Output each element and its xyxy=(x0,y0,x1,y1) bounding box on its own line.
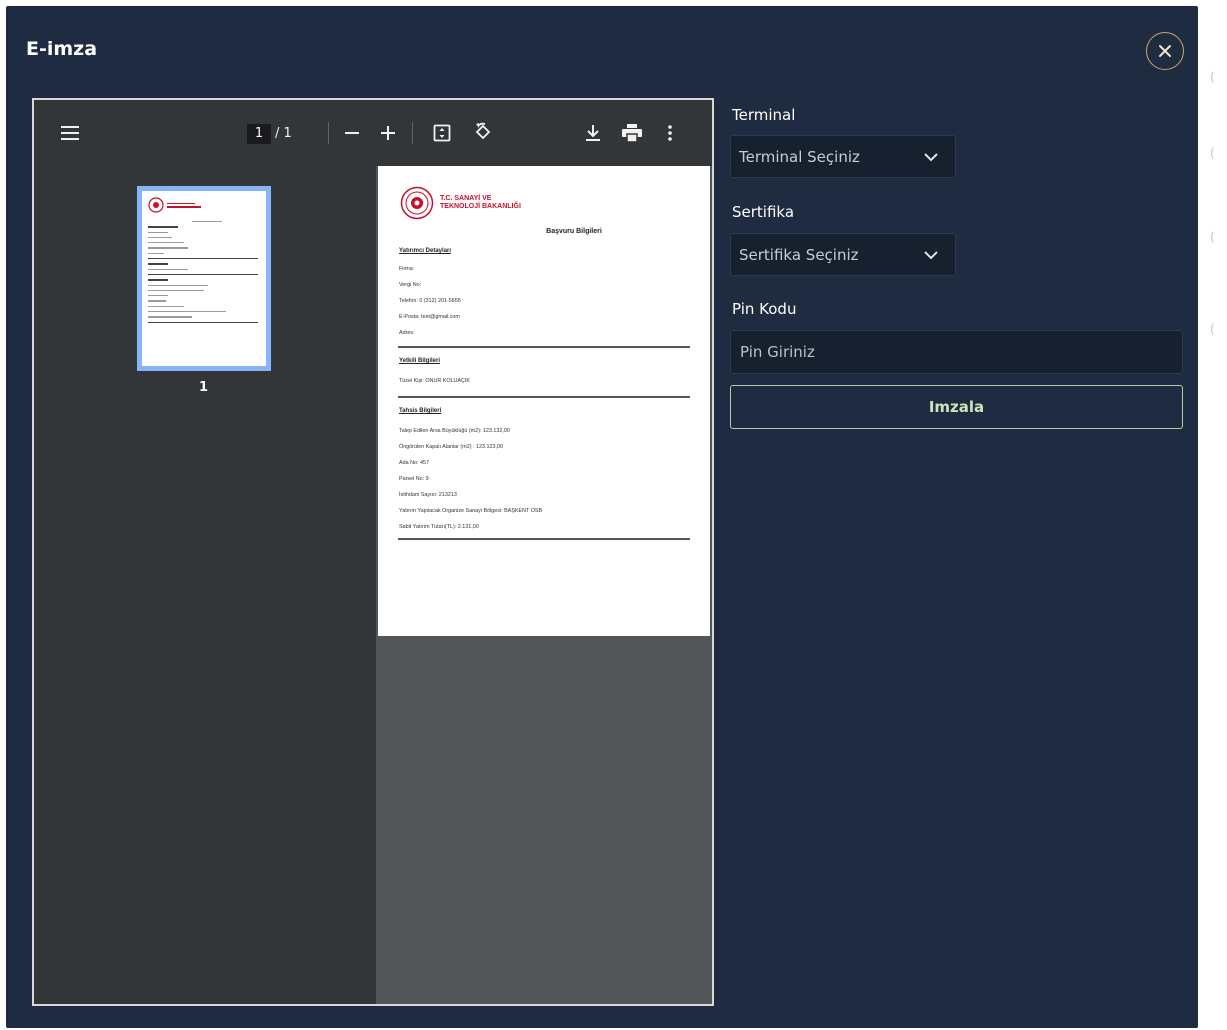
sign-button[interactable]: Imzala xyxy=(730,385,1183,429)
field-line: Vergi No: xyxy=(399,282,422,288)
pin-label: Pin Kodu xyxy=(732,300,797,318)
pin-input[interactable] xyxy=(730,330,1183,374)
fit-page-icon[interactable] xyxy=(432,124,452,142)
section-heading: Yetkili Bilgileri xyxy=(399,358,441,364)
certificate-select-value: Sertifika Seçiniz xyxy=(739,245,859,264)
more-vert-icon[interactable] xyxy=(666,124,674,142)
chevron-down-icon xyxy=(924,251,938,260)
close-button[interactable] xyxy=(1146,32,1184,70)
edge-glyph: ( xyxy=(1210,70,1215,84)
chevron-down-icon xyxy=(924,153,938,162)
toolbar-divider xyxy=(412,122,413,144)
edge-glyph: ( xyxy=(1210,322,1215,336)
page-thumbnail[interactable] xyxy=(137,186,271,371)
thumbnail-sidebar: 1 xyxy=(34,166,376,1004)
modal-title: E-imza xyxy=(26,38,98,60)
section-divider xyxy=(398,346,690,348)
background-edge: ( ( ( ( xyxy=(1198,0,1227,1030)
field-line: Öngörülen Kapalı Alanlar (m2) : 123.123,… xyxy=(399,444,503,450)
field-line: Yatırım Yapılacak Organize Sanayi Bölges… xyxy=(399,508,543,514)
field-line: Ada No: 457 xyxy=(399,460,429,466)
field-line: Sabit Yatırım Tutarı(TL): 2.131,00 xyxy=(399,524,479,530)
edge-glyph: ( xyxy=(1210,230,1215,244)
terminal-label: Terminal xyxy=(732,106,796,124)
field-line: İstihdam Sayısı: 213213 xyxy=(399,492,457,498)
field-line: Firma: xyxy=(399,266,415,272)
terminal-select[interactable]: Terminal Seçiniz xyxy=(730,135,956,178)
toolbar-divider xyxy=(328,122,329,144)
pdf-page: T.C. SANAYİ VE TEKNOLOJİ BAKANLIĞI Başvu… xyxy=(378,166,710,636)
certificate-select[interactable]: Sertifika Seçiniz xyxy=(730,233,956,276)
ministry-name: T.C. SANAYİ VE TEKNOLOJİ BAKANLIĞI xyxy=(440,195,521,210)
page-total: / 1 xyxy=(275,126,292,141)
section-divider xyxy=(398,538,690,540)
terminal-select-value: Terminal Seçiniz xyxy=(739,147,860,166)
plus-icon[interactable] xyxy=(380,125,396,141)
section-heading: Yatırımcı Detayları xyxy=(399,248,452,254)
close-icon xyxy=(1159,45,1171,57)
section-divider xyxy=(398,396,690,398)
menu-icon[interactable] xyxy=(60,124,80,142)
edge-glyph: ( xyxy=(1210,146,1215,160)
download-icon[interactable] xyxy=(584,124,602,142)
pdf-toolbar: 1 / 1 xyxy=(34,100,712,166)
page-number-input[interactable]: 1 xyxy=(247,124,271,144)
ministry-logo: T.C. SANAYİ VE TEKNOLOJİ BAKANLIĞI xyxy=(400,186,530,220)
field-line: Talep Edilen Arsa Büyüklüğü (m2): 123.13… xyxy=(399,428,510,434)
field-line: Adres: xyxy=(399,330,415,336)
rotate-icon[interactable] xyxy=(472,122,494,142)
field-line: Tüzel Kişi: ONUR KOLUAÇIK xyxy=(399,378,470,384)
ministry-seal-icon xyxy=(400,186,434,220)
document-title: Başvuru Bilgileri xyxy=(546,228,602,235)
print-icon[interactable] xyxy=(622,124,642,142)
field-line: E-Posta: test@gmail.com xyxy=(399,314,460,320)
thumb-logo xyxy=(148,197,260,213)
minus-icon[interactable] xyxy=(344,126,360,140)
certificate-label: Sertifika xyxy=(732,203,795,221)
thumbnail-page-number: 1 xyxy=(199,380,209,395)
pdf-viewer[interactable]: 1 / 1 1 T.C. SANAYİ VE TEKNOLOJİ BAKANLI… xyxy=(32,98,714,1006)
field-line: Parsel No: 9 xyxy=(399,476,429,482)
field-line: Telefon: 0 (312) 201-5655 xyxy=(399,298,461,304)
section-heading: Tahsis Bilgileri xyxy=(399,408,442,414)
e-signature-modal: E-imza 1 / 1 1 T.C. SANAYİ VE TEKNOLOJİ … xyxy=(6,6,1198,1028)
